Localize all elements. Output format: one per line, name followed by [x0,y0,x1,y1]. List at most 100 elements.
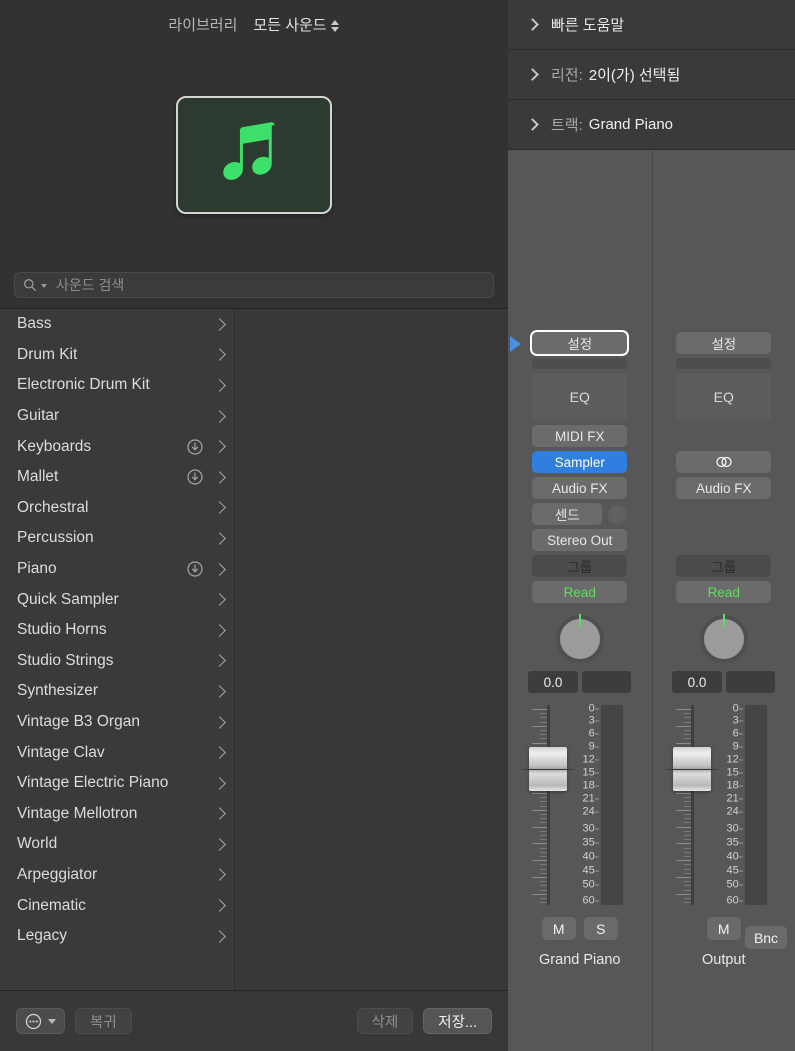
chevron-down-icon [48,1019,56,1024]
solo-button[interactable]: S [584,917,618,940]
search-scope-chevron-down-icon[interactable] [41,284,47,288]
fader-track[interactable] [547,705,550,905]
mute-button[interactable]: M [707,917,741,940]
fader-scale-tick [595,709,599,710]
library-category-row[interactable]: Vintage Electric Piano [0,768,234,799]
library-category-row[interactable]: World [0,829,234,860]
pan-value-field[interactable]: 0.0 [528,671,578,693]
instrument-slot[interactable]: Sampler [532,451,627,473]
library-category-row[interactable]: Arpeggiator [0,860,234,891]
send-level-knob[interactable] [608,505,627,524]
library-category-row[interactable]: Vintage Mellotron [0,799,234,830]
library-category-row[interactable]: Synthesizer [0,676,234,707]
pan-knob-area [532,613,627,667]
library-category-row[interactable]: Bass [0,309,234,340]
fader-scale-tick [739,812,743,813]
library-category-row[interactable]: Percussion [0,523,234,554]
setting-button[interactable]: 설정 [532,332,627,354]
revert-button[interactable]: 복귀 [75,1008,132,1034]
channel-name[interactable]: Grand Piano [539,952,620,968]
library-category-row[interactable]: Legacy [0,921,234,952]
midi-fx-placeholder [676,425,771,447]
library-category-label: Keyboards [17,438,181,456]
save-button[interactable]: 저장... [423,1008,492,1034]
fader-scale-label: 60 [583,896,595,907]
library-category-row[interactable]: Vintage B3 Organ [0,707,234,738]
fader-scale-label: 12 [727,755,739,766]
automation-mode-slot[interactable]: Read [676,581,771,603]
library-category-label: Vintage Electric Piano [17,774,203,792]
library-panel: 라이브러리 모든 사운드 사운드 검색 BassD [0,0,508,1051]
channel-strip-grand-piano: 설정 EQ MIDI FX Sampler Audio FX 센드 Stereo… [508,150,652,1051]
pan-value-field[interactable]: 0.0 [672,671,722,693]
pan-knob[interactable] [556,615,604,663]
library-category-row[interactable]: Guitar [0,401,234,432]
fader-track[interactable] [691,705,694,905]
library-patch-column[interactable] [235,309,508,990]
download-icon[interactable] [187,469,203,485]
bounce-button[interactable]: Bnc [745,926,787,949]
level-meter [601,705,623,905]
fader-scale-tick [739,773,743,774]
volume-value-field[interactable] [726,671,776,693]
library-category-row[interactable]: Studio Strings [0,646,234,677]
pan-knob[interactable] [700,615,748,663]
library-category-row[interactable]: Vintage Clav [0,737,234,768]
fader-scale-label: 21 [727,794,739,805]
audio-fx-slot[interactable]: Audio FX [532,477,627,499]
automation-mode-slot[interactable]: Read [532,581,627,603]
library-category-row[interactable]: Piano [0,554,234,585]
library-browser: Bass Drum KitElectronic Drum KitGuitar Key… [0,308,508,990]
inspector-row-region[interactable]: 리전: 2이(가) 선택됨 [508,50,795,100]
download-icon[interactable] [187,439,203,455]
library-footer: 복귀 삭제 저장... [0,990,508,1051]
delete-button[interactable]: 삭제 [357,1008,414,1034]
library-category-row[interactable]: Cinematic [0,890,234,921]
chevron-right-icon [213,716,226,729]
setting-button[interactable]: 설정 [676,332,771,354]
group-slot[interactable]: 그룹 [532,555,627,577]
volume-fader-handle[interactable] [673,747,711,791]
audio-fx-slot[interactable]: Audio FX [676,477,771,499]
stereo-link-slot[interactable] [676,451,771,473]
library-scope-selector[interactable]: 모든 사운드 [253,14,339,35]
library-action-menu-button[interactable] [16,1008,65,1034]
patch-artwork[interactable] [176,96,332,214]
setting-slot-extra[interactable] [676,358,771,369]
library-category-row[interactable]: Orchestral [0,493,234,524]
library-search-area: 사운드 검색 [0,262,508,308]
setting-slot-extra[interactable] [532,358,627,369]
mute-button[interactable]: M [542,917,576,940]
inspector-row-track[interactable]: 트랙: Grand Piano [508,100,795,150]
search-input[interactable]: 사운드 검색 [14,272,494,298]
library-category-row[interactable]: Quick Sampler [0,584,234,615]
library-category-list[interactable]: Bass Drum KitElectronic Drum KitGuitar Key… [0,309,235,990]
fader-scale-tick [595,843,599,844]
value-row: 0.0 [528,671,631,693]
fader-scale-tick [595,871,599,872]
eq-slot[interactable]: EQ [532,373,627,421]
group-slot[interactable]: 그룹 [676,555,771,577]
fader-scale-tick [739,885,743,886]
chevron-right-icon [213,349,226,362]
inspector-row-quick-help[interactable]: 빠른 도움말 [508,0,795,50]
fader-scale-tick [739,843,743,844]
sends-slot[interactable]: 센드 [532,503,602,525]
chevron-right-icon [213,440,226,453]
channel-name[interactable]: Output [702,952,746,968]
volume-fader-handle[interactable] [529,747,567,791]
fader-scale-label: 12 [583,755,595,766]
volume-value-field[interactable] [582,671,632,693]
library-category-row[interactable]: Keyboards [0,431,234,462]
library-category-row[interactable]: Drum Kit [0,340,234,371]
library-category-row[interactable]: Electronic Drum Kit [0,370,234,401]
library-category-row[interactable]: Mallet [0,462,234,493]
library-category-label: Bass [17,315,203,333]
midi-fx-slot[interactable]: MIDI FX [532,425,627,447]
fader-scale-label: 30 [583,824,595,835]
eq-slot[interactable]: EQ [676,373,771,421]
library-category-row[interactable]: Studio Horns [0,615,234,646]
search-placeholder: 사운드 검색 [56,275,124,295]
download-icon[interactable] [187,561,203,577]
output-slot[interactable]: Stereo Out [532,529,627,551]
